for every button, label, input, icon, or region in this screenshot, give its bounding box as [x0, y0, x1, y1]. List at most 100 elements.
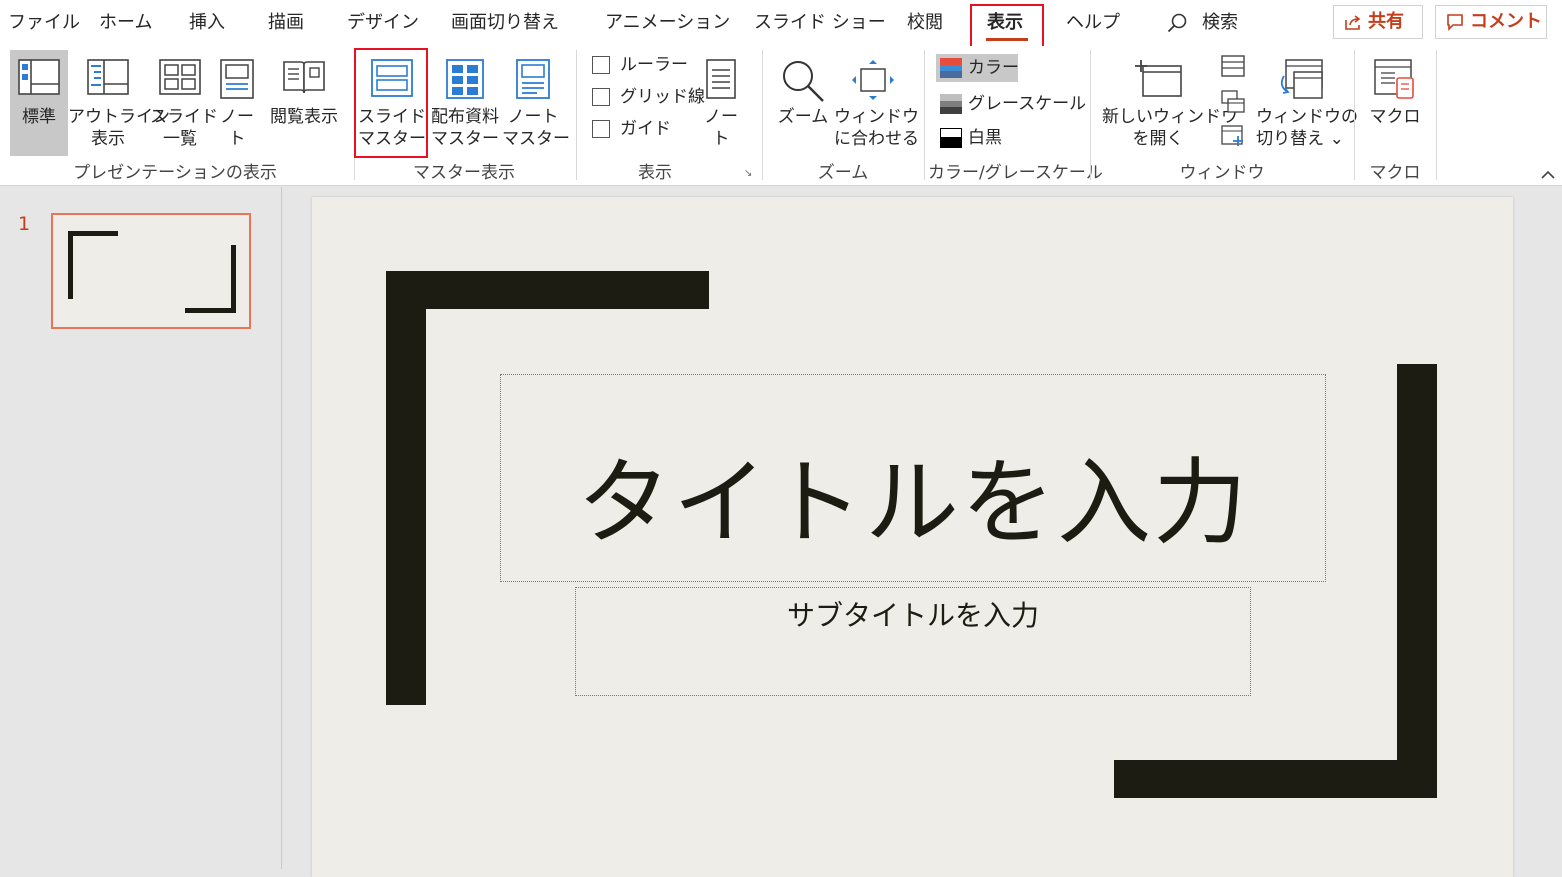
group-label-show: 表示	[638, 163, 672, 183]
ruler-checkbox[interactable]: ルーラー	[592, 52, 688, 78]
normal-view-label: 標準	[22, 107, 56, 127]
tab-home[interactable]: ホーム	[99, 10, 152, 36]
thumb-bar	[68, 231, 118, 236]
cascade-icon[interactable]	[1221, 90, 1245, 114]
group-separator	[1354, 50, 1355, 180]
fit-to-window-icon	[852, 60, 894, 100]
slide-thumbnail[interactable]	[51, 213, 251, 329]
notes-master-label: ノート マスター	[502, 107, 570, 149]
tab-slideshow[interactable]: スライド ショー	[754, 10, 886, 36]
grayscale-button[interactable]: グレースケール	[936, 90, 1086, 118]
group-separator	[576, 50, 577, 180]
reading-view-label: 閲覧表示	[270, 107, 338, 127]
new-window-icon	[1135, 60, 1182, 97]
decorative-bar-right	[1397, 364, 1437, 798]
comment-button[interactable]: コメント	[1435, 5, 1547, 39]
tab-animations[interactable]: アニメーション	[605, 10, 730, 36]
gridlines-checkbox-box[interactable]	[592, 88, 610, 106]
handout-master-label: 配布資料 マスター	[431, 107, 499, 149]
group-label-window: ウィンドウ	[1179, 163, 1265, 183]
notes-button[interactable]: ノー ト	[698, 50, 744, 156]
macros-icon	[1374, 59, 1414, 99]
group-label-color-grayscale: カラー/グレースケール	[928, 163, 1103, 183]
color-label: カラー	[968, 58, 1019, 78]
slide-thumbnail-pane: 1	[0, 187, 282, 869]
outline-view-button[interactable]: アウトライン 表示	[68, 50, 170, 156]
thumb-bar	[68, 231, 73, 299]
arrange-all-icon[interactable]	[1221, 54, 1245, 78]
title-placeholder[interactable]: タイトルを入力	[500, 374, 1326, 582]
group-label-presentation-views: プレゼンテーションの表示	[73, 163, 277, 183]
subtitle-placeholder[interactable]: サブタイトルを入力	[575, 587, 1251, 696]
notes-page-button[interactable]: ノー ト	[212, 50, 262, 156]
move-split-icon[interactable]	[1221, 124, 1245, 148]
fit-to-window-label: ウィンドウ に合わせる	[834, 107, 919, 149]
decorative-bar-left	[386, 271, 426, 705]
handout-master-icon	[446, 59, 484, 99]
ribbon: 標準 アウトライン 表示 スライド 一覧 ノー ト 閲覧表示 プレゼンテーション…	[0, 46, 1562, 186]
gridlines-checkbox[interactable]: グリッド線	[592, 84, 705, 110]
slide-master-label: スライド マスター	[358, 107, 426, 149]
slide-sorter-icon	[159, 59, 201, 95]
group-separator	[1436, 50, 1437, 180]
title-placeholder-text[interactable]: タイトルを入力	[577, 427, 1249, 581]
slide-sorter-button[interactable]: スライド 一覧	[150, 50, 218, 156]
black-white-swatch-icon	[940, 128, 962, 148]
tab-review[interactable]: 校閲	[907, 10, 943, 36]
tab-draw[interactable]: 描画	[268, 10, 304, 36]
outline-view-icon	[87, 59, 129, 95]
thumb-bar	[185, 308, 236, 313]
group-label-master-views: マスター表示	[413, 163, 515, 183]
search-label[interactable]: 検索	[1202, 10, 1238, 36]
black-white-label: 白黒	[968, 128, 1002, 148]
notes-icon	[706, 59, 736, 99]
show-dialog-launcher-icon[interactable]: ↘	[744, 168, 752, 179]
gridlines-label: グリッド線	[620, 87, 705, 107]
slide-master-button[interactable]: スライド マスター	[358, 50, 426, 156]
tab-transitions[interactable]: 画面切り替え	[451, 10, 559, 36]
color-swatch-icon	[940, 58, 962, 78]
comment-icon	[1447, 14, 1463, 31]
notes-label: ノー ト	[704, 107, 738, 149]
new-window-button[interactable]: 新しいウィンドウ を開く	[1102, 50, 1238, 156]
tab-design[interactable]: デザイン	[347, 10, 419, 36]
ruler-label: ルーラー	[620, 55, 688, 75]
switch-windows-button[interactable]: ウィンドウの 切り替え ⌄	[1256, 50, 1358, 156]
tab-insert[interactable]: 挿入	[189, 10, 225, 36]
group-label-macros: マクロ	[1369, 163, 1421, 183]
reading-view-button[interactable]: 閲覧表示	[264, 50, 344, 156]
zoom-button[interactable]: ズーム	[774, 50, 832, 156]
thumb-bar	[231, 245, 236, 313]
group-label-zoom: ズーム	[817, 163, 869, 183]
tab-file[interactable]: ファイル	[8, 10, 80, 36]
active-tab-underline	[986, 38, 1028, 41]
notes-master-button[interactable]: ノート マスター	[502, 50, 570, 156]
group-separator	[762, 50, 763, 180]
grayscale-swatch-icon	[940, 94, 962, 114]
normal-view-button[interactable]: 標準	[10, 50, 68, 156]
grayscale-label: グレースケール	[968, 94, 1087, 114]
notes-master-icon	[516, 59, 550, 99]
share-button[interactable]: 共有	[1333, 5, 1423, 39]
zoom-icon	[783, 61, 824, 102]
fit-to-window-button[interactable]: ウィンドウ に合わせる	[834, 50, 919, 156]
notes-page-label: ノー ト	[220, 107, 254, 149]
macros-button[interactable]: マクロ	[1362, 50, 1428, 156]
active-tab-highlight	[970, 4, 1044, 48]
comment-label: コメント	[1470, 11, 1542, 32]
slide-canvas[interactable]: タイトルを入力 サブタイトルを入力	[312, 197, 1513, 877]
black-white-button[interactable]: 白黒	[936, 124, 1002, 152]
macros-label: マクロ	[1369, 107, 1421, 127]
handout-master-button[interactable]: 配布資料 マスター	[428, 50, 502, 156]
color-button[interactable]: カラー	[936, 54, 1019, 82]
notes-page-icon	[220, 59, 254, 99]
collapse-ribbon-icon[interactable]	[1540, 170, 1556, 180]
subtitle-placeholder-text[interactable]: サブタイトルを入力	[787, 588, 1039, 695]
guides-checkbox[interactable]: ガイド	[592, 116, 671, 142]
outline-view-label: アウトライン 表示	[68, 107, 170, 149]
guides-checkbox-box[interactable]	[592, 120, 610, 138]
search-icon[interactable]	[1166, 12, 1188, 34]
ruler-checkbox-box[interactable]	[592, 56, 610, 74]
share-label: 共有	[1368, 11, 1404, 32]
tab-help[interactable]: ヘルプ	[1066, 10, 1120, 36]
